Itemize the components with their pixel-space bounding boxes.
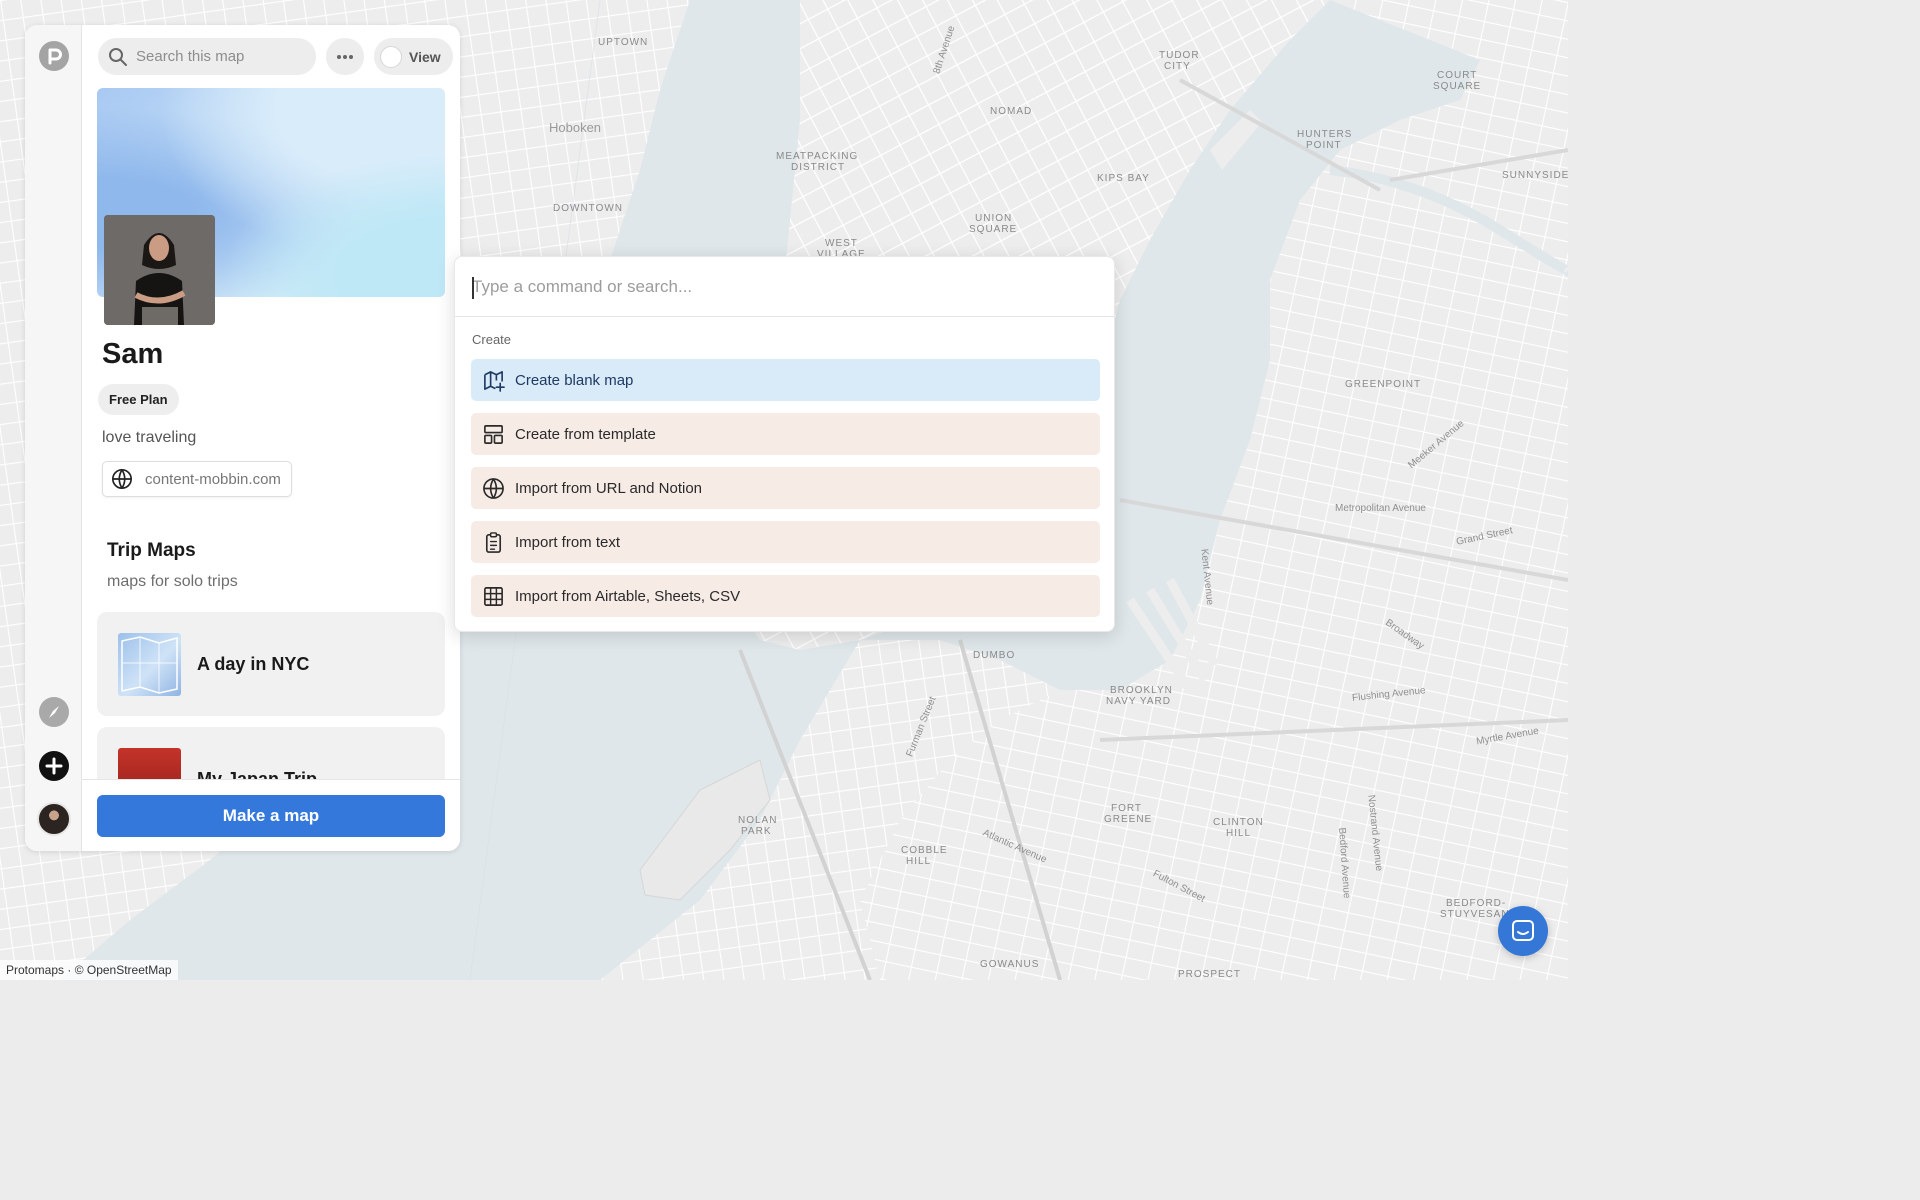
search-input[interactable]	[136, 48, 306, 65]
command-create-from-template[interactable]: Create from template	[471, 413, 1100, 455]
map-label-meatpacking: MEATPACKING	[776, 151, 859, 162]
map-card[interactable]: A day in NYC	[97, 612, 445, 716]
map-label-navy-yard: NAVY YARD	[1106, 696, 1171, 707]
text-caret	[472, 277, 474, 299]
chat-support-button[interactable]	[1498, 906, 1548, 956]
command-list: Create blank map Create from template Im…	[471, 359, 1100, 617]
map-label-square: SQUARE	[969, 224, 1018, 235]
command-label: Import from URL and Notion	[515, 479, 703, 497]
map-label-greene: GREENE	[1104, 814, 1153, 825]
map-label-point: POINT	[1306, 140, 1342, 151]
map-label-district: DISTRICT	[791, 162, 846, 173]
map-label-metropolitan: Metropolitan Avenue	[1335, 503, 1426, 514]
plus-icon[interactable]	[39, 751, 69, 781]
collection-title: Trip Maps	[107, 540, 196, 561]
command-label: Create blank map	[515, 371, 634, 389]
command-group-label: Create	[472, 332, 512, 347]
command-import-url-notion[interactable]: Import from URL and Notion	[471, 467, 1100, 509]
map-label-bedford: BEDFORD-	[1446, 898, 1507, 909]
globe-icon	[112, 469, 132, 489]
map-label-brooklyn: BROOKLYN	[1110, 685, 1173, 696]
map-attribution[interactable]: Protomaps · © OpenStreetMap	[0, 960, 178, 980]
app-panel: View Sam Free Plan love traveling conten…	[25, 25, 460, 851]
command-label: Create from template	[515, 425, 656, 443]
map-label-nolan: NOLAN	[738, 815, 778, 826]
command-label: Import from text	[515, 533, 621, 551]
map-label-dumbo: DUMBO	[973, 650, 1016, 661]
profile-bio: love traveling	[102, 429, 197, 446]
compass-icon[interactable]	[39, 697, 69, 727]
map-label-kips-bay: KIPS BAY	[1097, 173, 1150, 184]
plan-badge[interactable]: Free Plan	[98, 384, 179, 415]
map-label-greenpoint: GREENPOINT	[1345, 379, 1422, 390]
globe-icon	[483, 477, 504, 499]
map-label-fort: FORT	[1111, 803, 1143, 814]
ellipsis-icon	[337, 54, 353, 59]
map-label-court-square: SQUARE	[1433, 81, 1482, 92]
sidebar-rail	[25, 25, 82, 851]
map-label-nomad: NOMAD	[990, 106, 1033, 117]
command-import-text[interactable]: Import from text	[471, 521, 1100, 563]
map-label-tudor: TUDOR	[1159, 50, 1200, 61]
template-icon	[484, 424, 503, 444]
view-toggle-button[interactable]: View	[374, 38, 453, 75]
website-text: content-mobbin.com	[145, 470, 281, 488]
map-label-cobble-hill: HILL	[906, 856, 932, 867]
chat-icon	[1512, 920, 1534, 941]
map-label-uptown: UPTOWN	[598, 37, 649, 48]
avatar[interactable]	[37, 802, 71, 836]
map-label-hunters: HUNTERS	[1297, 129, 1353, 140]
website-link[interactable]: content-mobbin.com	[102, 461, 292, 497]
collection-subtitle: maps for solo trips	[107, 573, 238, 590]
map-label-city: CITY	[1164, 61, 1191, 72]
map-label-downtown: DOWNTOWN	[553, 203, 624, 214]
command-create-blank-map[interactable]: Create blank map	[471, 359, 1100, 401]
map-label-court: COURT	[1437, 70, 1478, 81]
map-thumbnail	[118, 632, 181, 696]
clipboard-list-icon	[485, 531, 502, 553]
more-options-button[interactable]	[326, 38, 364, 75]
map-card-title: A day in NYC	[197, 653, 310, 674]
map-label-clinton: CLINTON	[1213, 817, 1264, 828]
profile-name: Sam	[102, 338, 164, 370]
map-label-prospect: PROSPECT	[1178, 969, 1242, 980]
topbar: View	[98, 38, 453, 75]
map-label-cobble: COBBLE	[901, 845, 948, 856]
command-palette: Create Create blank map Create from temp…	[454, 256, 1115, 632]
map-label-sunnyside: SUNNYSIDE	[1502, 170, 1570, 181]
logo-icon[interactable]	[39, 41, 69, 71]
view-label: View	[409, 48, 441, 65]
map-label-hill: HILL	[1226, 828, 1252, 839]
search-box[interactable]	[98, 38, 316, 75]
map-label-gowanus: GOWANUS	[980, 959, 1040, 970]
map-label-hoboken: Hoboken	[549, 120, 602, 135]
toggle-knob	[380, 45, 402, 68]
make-map-button[interactable]: Make a map	[97, 795, 445, 837]
panel-footer: Make a map	[82, 779, 460, 851]
map-label-union: UNION	[975, 213, 1013, 224]
profile-photo[interactable]	[104, 215, 215, 325]
table-icon	[484, 586, 503, 606]
command-label: Import from Airtable, Sheets, CSV	[515, 587, 741, 605]
profile-content: View Sam Free Plan love traveling conten…	[82, 25, 460, 851]
map-plus-icon	[484, 370, 505, 392]
map-label-west: WEST	[825, 238, 858, 249]
command-input[interactable]	[455, 257, 1114, 317]
command-import-airtable-sheets-csv[interactable]: Import from Airtable, Sheets, CSV	[471, 575, 1100, 617]
search-icon	[109, 47, 127, 66]
map-label-park: PARK	[741, 826, 772, 837]
